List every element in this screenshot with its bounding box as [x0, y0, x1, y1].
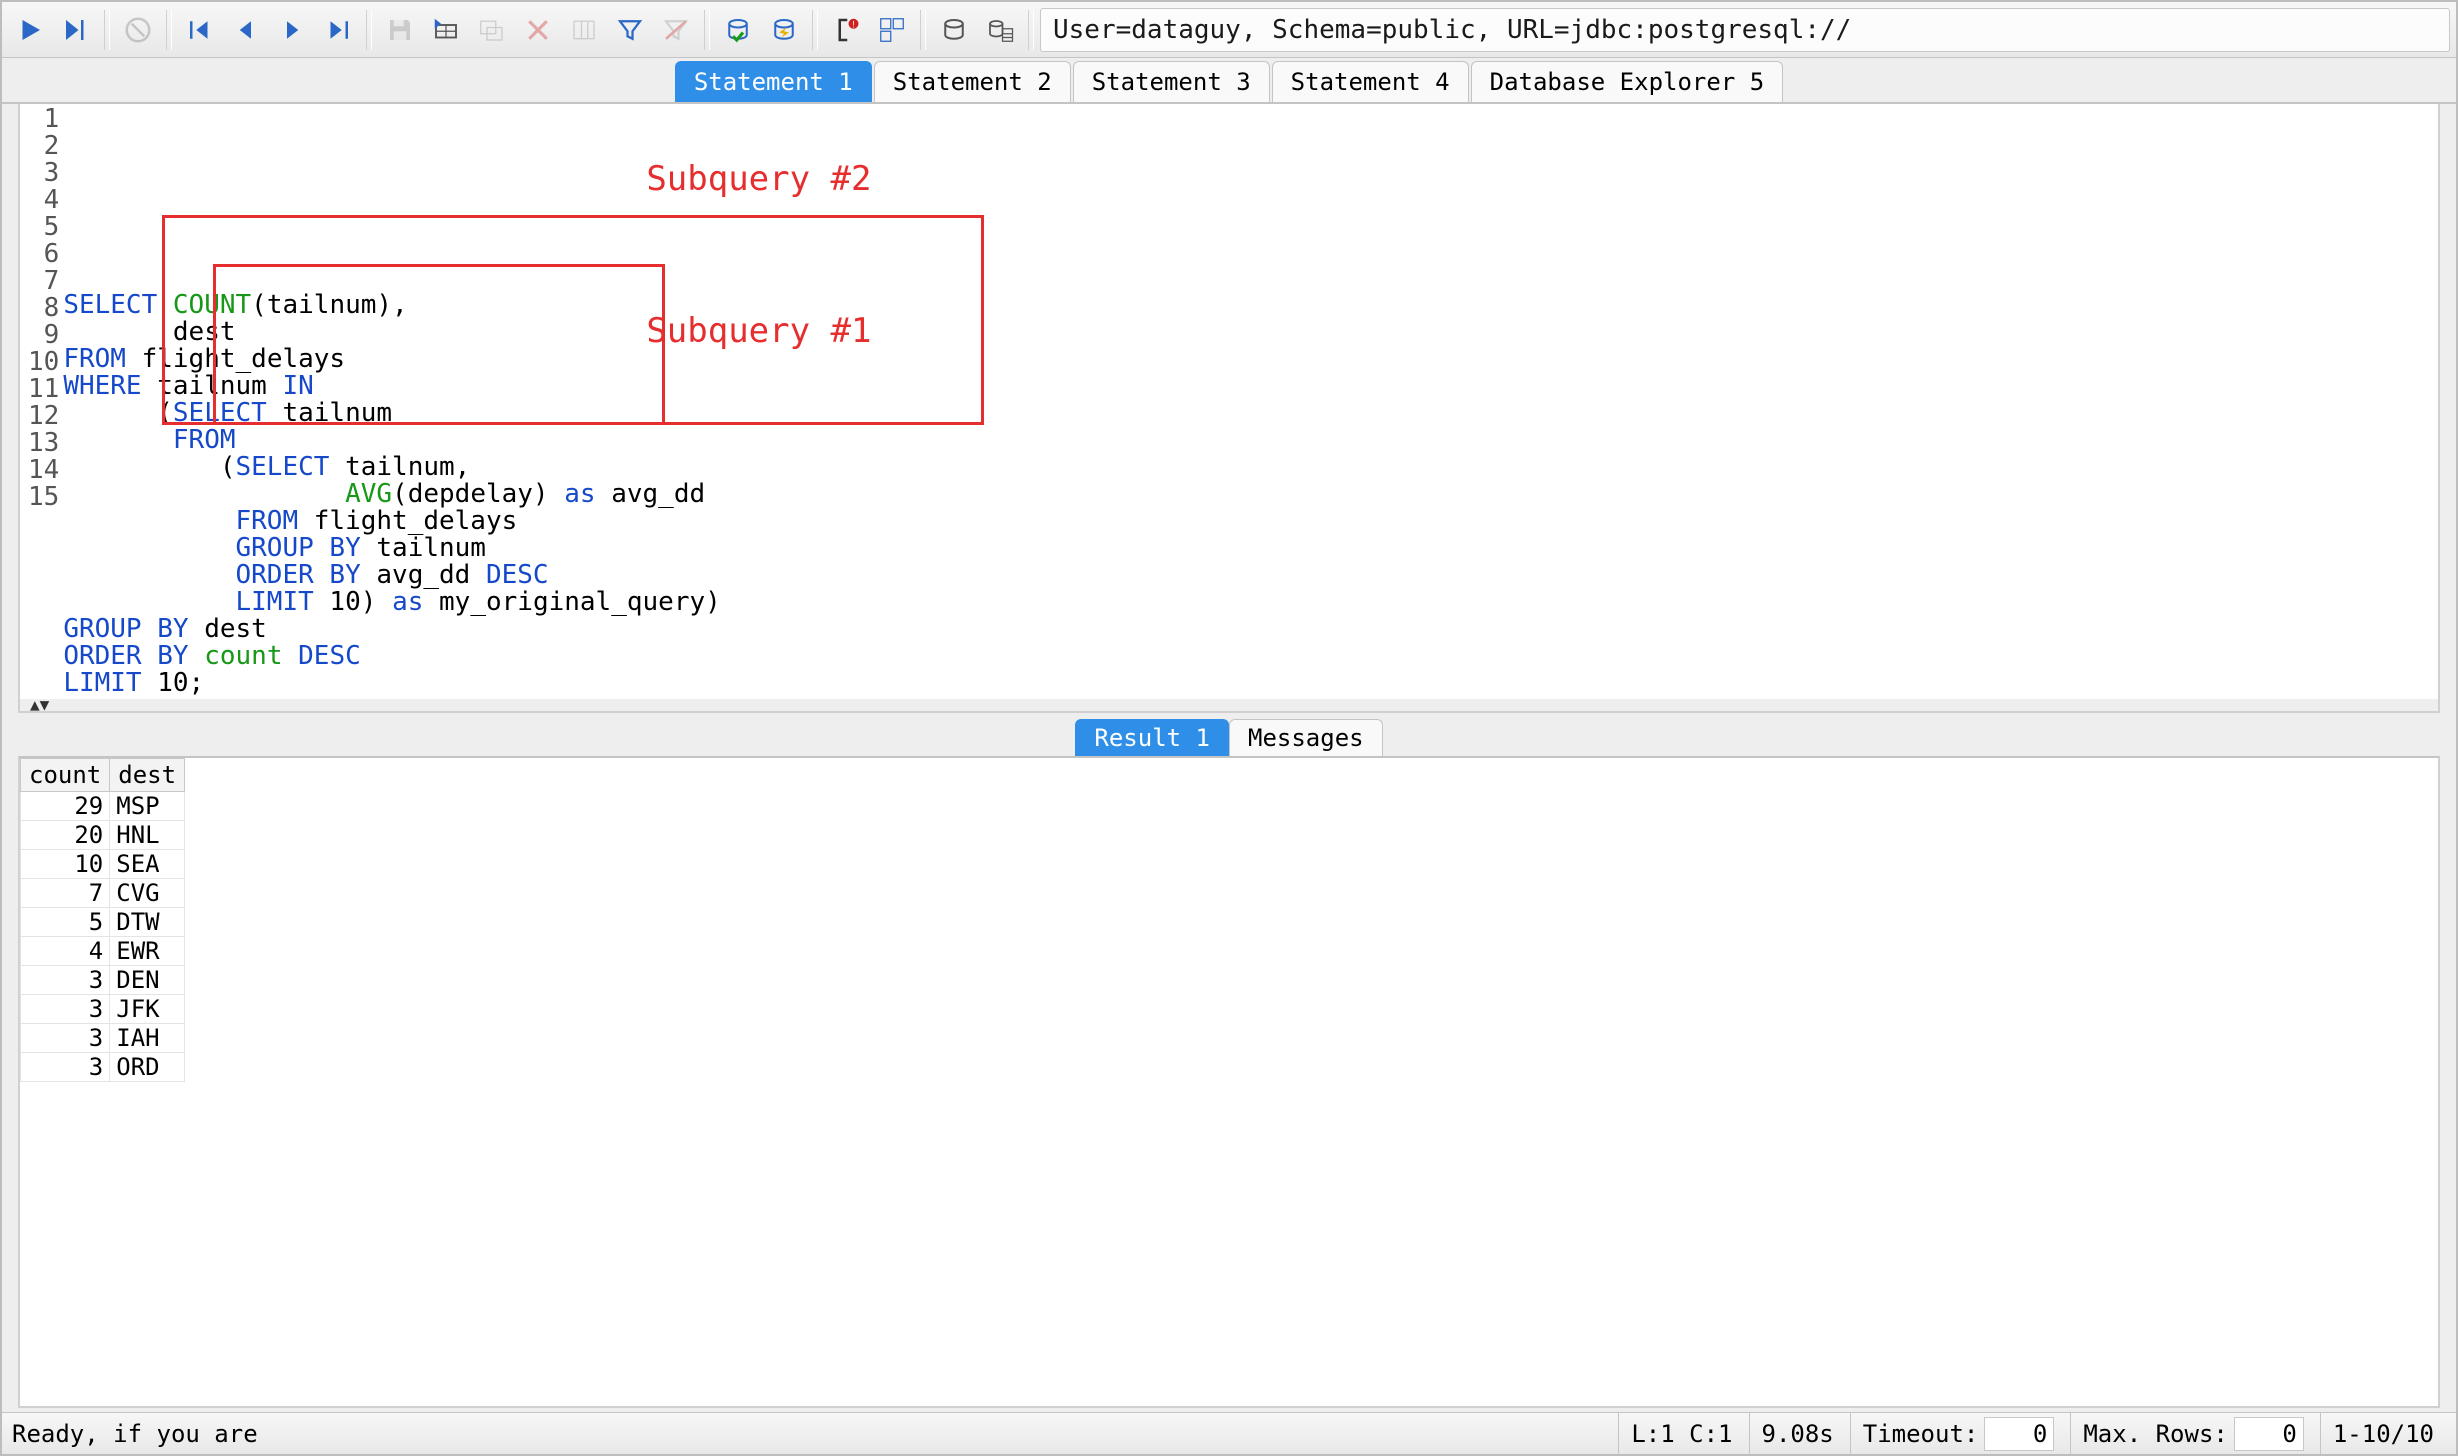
- status-bar: Ready, if you are L:1 C:1 9.08s Timeout:…: [2, 1412, 2456, 1454]
- next-row-button[interactable]: [270, 8, 314, 52]
- connection-info: User=dataguy, Schema=public, URL=jdbc:po…: [1040, 8, 2450, 52]
- svg-text:!: !: [852, 19, 854, 29]
- row-range: 1-10/10: [2320, 1413, 2446, 1454]
- app-root: ! User=dataguy, Schema=public, URL=jdbc:…: [0, 0, 2458, 1456]
- prev-row-button[interactable]: [224, 8, 268, 52]
- table-row[interactable]: 7CVG: [21, 878, 185, 907]
- db-details-button[interactable]: [978, 8, 1022, 52]
- table-row[interactable]: 3DEN: [21, 965, 185, 994]
- select-columns-button[interactable]: [562, 8, 606, 52]
- toggle-autocommit-button[interactable]: !: [824, 8, 868, 52]
- table-row[interactable]: 3IAH: [21, 1023, 185, 1052]
- result-tabbar: Result 1Messages: [2, 713, 2456, 756]
- maxrows-label: Max. Rows:: [2083, 1420, 2228, 1448]
- tab-database-explorer-5[interactable]: Database Explorer 5: [1471, 61, 1784, 102]
- clear-filter-button[interactable]: [654, 8, 698, 52]
- table-row[interactable]: 20HNL: [21, 820, 185, 849]
- column-header-dest[interactable]: dest: [110, 758, 185, 791]
- editor-result-splitter[interactable]: ▲▼: [20, 699, 2438, 711]
- table-row[interactable]: 3JFK: [21, 994, 185, 1023]
- column-header-count[interactable]: count: [21, 758, 110, 791]
- append-results-button[interactable]: [870, 8, 914, 52]
- rollback-button[interactable]: [762, 8, 806, 52]
- status-message: Ready, if you are: [12, 1420, 1614, 1448]
- statement-tabbar: Statement 1Statement 2Statement 3Stateme…: [2, 58, 2456, 104]
- table-row[interactable]: 29MSP: [21, 791, 185, 820]
- table-row[interactable]: 10SEA: [21, 849, 185, 878]
- stop-button[interactable]: [116, 8, 160, 52]
- tab-statement-3[interactable]: Statement 3: [1073, 61, 1270, 102]
- filter-button[interactable]: [608, 8, 652, 52]
- exec-time: 9.08s: [1749, 1413, 1846, 1454]
- toolbar: ! User=dataguy, Schema=public, URL=jdbc:…: [2, 2, 2456, 58]
- result-tab-result-1[interactable]: Result 1: [1075, 719, 1229, 756]
- sql-code[interactable]: Subquery #2 Subquery #1 SELECT COUNT(tai…: [63, 106, 720, 697]
- last-row-button[interactable]: [316, 8, 360, 52]
- save-button[interactable]: [378, 8, 422, 52]
- result-tab-messages[interactable]: Messages: [1229, 719, 1383, 756]
- sql-editor[interactable]: 123456789101112131415 Subquery #2 Subque…: [18, 104, 2440, 713]
- table-row[interactable]: 3ORD: [21, 1052, 185, 1081]
- tab-statement-1[interactable]: Statement 1: [675, 61, 872, 102]
- cursor-position: L:1 C:1: [1618, 1413, 1744, 1454]
- first-row-button[interactable]: [178, 8, 222, 52]
- db-object-button[interactable]: [932, 8, 976, 52]
- copy-row-button[interactable]: [470, 8, 514, 52]
- insert-row-button[interactable]: [424, 8, 468, 52]
- execute-button[interactable]: [8, 8, 52, 52]
- tab-statement-2[interactable]: Statement 2: [874, 61, 1071, 102]
- maxrows-value[interactable]: 0: [2234, 1417, 2304, 1451]
- result-grid[interactable]: countdest29MSP20HNL10SEA7CVG5DTW4EWR3DEN…: [18, 756, 2440, 1408]
- timeout-cell: Timeout: 0: [1850, 1413, 2067, 1454]
- table-row[interactable]: 4EWR: [21, 936, 185, 965]
- delete-row-button[interactable]: [516, 8, 560, 52]
- timeout-label: Timeout:: [1863, 1420, 1979, 1448]
- commit-button[interactable]: [716, 8, 760, 52]
- timeout-value[interactable]: 0: [1984, 1417, 2054, 1451]
- tab-statement-4[interactable]: Statement 4: [1272, 61, 1469, 102]
- line-number-gutter: 123456789101112131415: [20, 106, 63, 697]
- subquery-2-label: Subquery #2: [646, 162, 871, 197]
- maxrows-cell: Max. Rows: 0: [2070, 1413, 2316, 1454]
- table-row[interactable]: 5DTW: [21, 907, 185, 936]
- execute-to-cursor-button[interactable]: [54, 8, 98, 52]
